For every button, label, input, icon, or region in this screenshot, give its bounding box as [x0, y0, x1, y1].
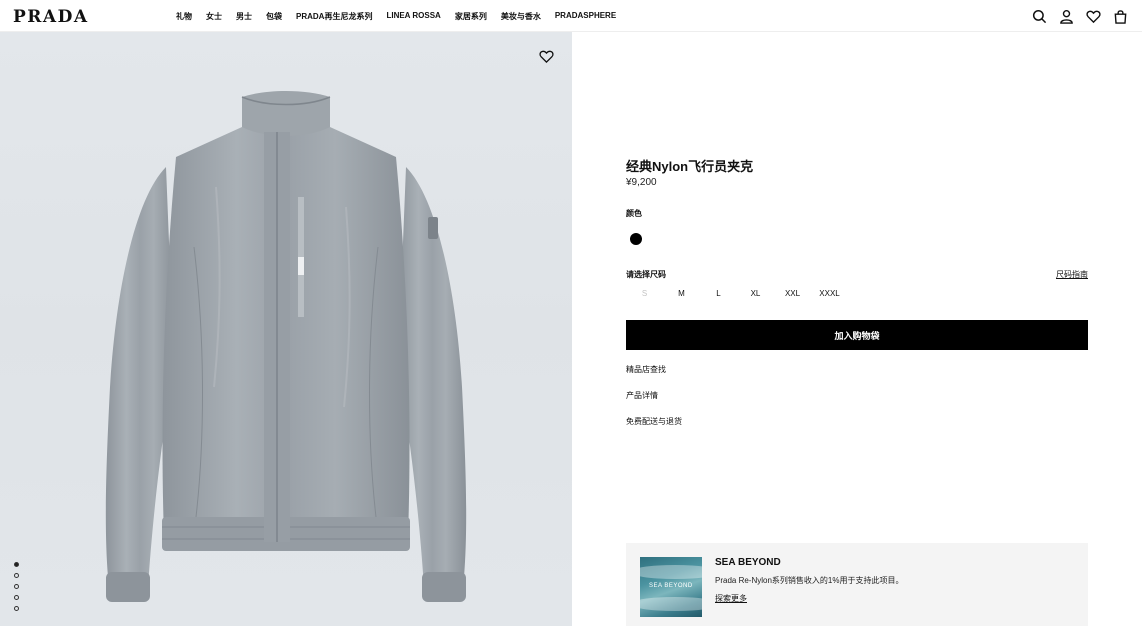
sea-beyond-banner: SEA BEYOND SEA BEYOND Prada Re-Nylon系列销售…: [626, 543, 1088, 626]
nav-item-linea-rossa[interactable]: LINEA ROSSA: [386, 11, 440, 22]
account-icon[interactable]: [1059, 9, 1074, 24]
gallery-pagination: [14, 562, 19, 617]
size-guide-link[interactable]: 尺码指南: [1056, 269, 1088, 280]
size-option-xxxl[interactable]: XXXL: [811, 289, 848, 298]
product-details-link[interactable]: 产品详情: [626, 390, 658, 401]
size-option-m[interactable]: M: [663, 289, 700, 298]
product-info-panel: 经典Nylon飞行员夹克 ¥9,200 颜色 请选择尺码 尺码指南 S M L …: [572, 32, 1142, 626]
sea-beyond-image-text: SEA BEYOND: [649, 583, 693, 589]
size-selector: S M L XL XXL XXXL: [626, 289, 848, 298]
add-to-bag-button[interactable]: 加入购物袋: [626, 320, 1088, 350]
size-option-s[interactable]: S: [626, 289, 663, 298]
wishlist-icon[interactable]: [1086, 9, 1101, 24]
product-image-jacket: [105, 91, 467, 602]
size-option-l[interactable]: L: [700, 289, 737, 298]
explore-more-link[interactable]: 探索更多: [715, 593, 747, 604]
size-label: 请选择尺码: [626, 270, 666, 279]
gallery-dot-3[interactable]: [14, 584, 19, 589]
size-option-xl[interactable]: XL: [737, 289, 774, 298]
product-gallery[interactable]: [0, 32, 572, 626]
gallery-dot-4[interactable]: [14, 595, 19, 600]
add-to-wishlist-icon[interactable]: [539, 49, 554, 64]
color-label: 颜色: [626, 209, 642, 218]
gallery-dot-1[interactable]: [14, 562, 19, 567]
product-price: ¥9,200: [626, 177, 657, 188]
main-nav: 礼物 女士 男士 包袋 PRADA再生尼龙系列 LINEA ROSSA 家居系列…: [176, 11, 630, 22]
product-title: 经典Nylon飞行员夹克: [626, 159, 754, 174]
nav-item-pradasphere[interactable]: PRADASPHERE: [555, 11, 616, 22]
nav-item-men[interactable]: 男士: [236, 11, 252, 22]
color-swatch-black[interactable]: [630, 233, 642, 245]
nav-item-beauty[interactable]: 美妆与香水: [501, 11, 541, 22]
search-icon[interactable]: [1032, 9, 1047, 24]
prada-logo[interactable]: PRADA: [13, 7, 89, 27]
bag-icon[interactable]: [1113, 9, 1128, 24]
sea-beyond-title: SEA BEYOND: [715, 557, 781, 568]
site-header: PRADA 礼物 女士 男士 包袋 PRADA再生尼龙系列 LINEA ROSS…: [0, 0, 1142, 32]
size-option-xxl[interactable]: XXL: [774, 289, 811, 298]
nav-item-bags[interactable]: 包袋: [266, 11, 282, 22]
nav-item-gifts[interactable]: 礼物: [176, 11, 192, 22]
nav-item-re-nylon[interactable]: PRADA再生尼龙系列: [296, 11, 372, 22]
gallery-dot-5[interactable]: [14, 606, 19, 611]
nav-item-home[interactable]: 家居系列: [455, 11, 487, 22]
sea-beyond-image: SEA BEYOND: [640, 557, 702, 617]
shipping-returns-link[interactable]: 免费配送与退货: [626, 416, 682, 427]
store-locator-link[interactable]: 精品店查找: [626, 364, 666, 375]
nav-item-women[interactable]: 女士: [206, 11, 222, 22]
gallery-dot-2[interactable]: [14, 573, 19, 578]
header-icons: [1020, 9, 1128, 24]
sea-beyond-description: Prada Re-Nylon系列销售收入的1%用于支持此项目。: [715, 576, 904, 585]
